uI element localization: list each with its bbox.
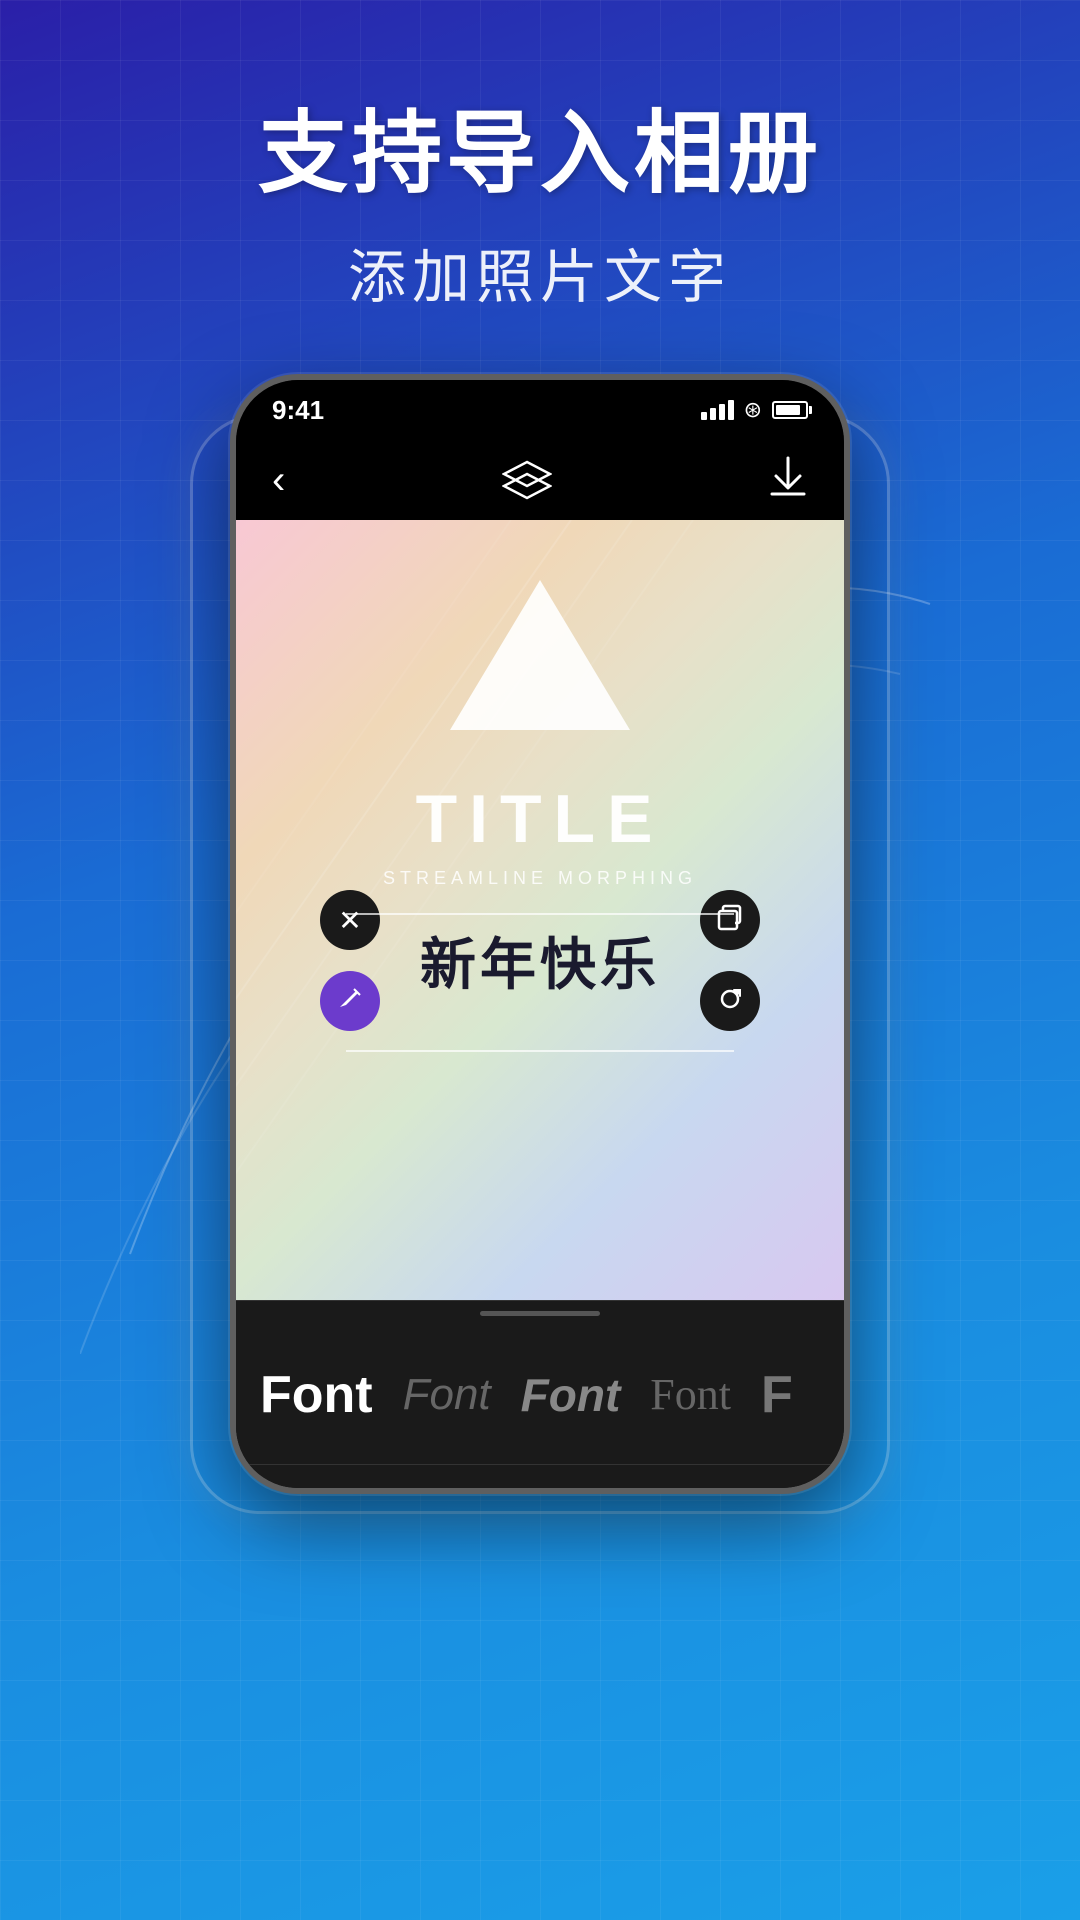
font-label: Font (403, 1370, 491, 1420)
edit-handle[interactable] (320, 971, 380, 1031)
text-element[interactable]: ✕ 新年快乐 (350, 920, 730, 1001)
phone-mockup: 9:41 ⊛ ‹ (200, 374, 880, 1554)
triangle-logo (450, 580, 630, 730)
canvas-title: TITLE (416, 780, 665, 858)
font-item-serif[interactable]: Font (650, 1369, 731, 1420)
editable-text[interactable]: 新年快乐 (350, 920, 730, 1001)
duplicate-handle[interactable] (700, 890, 760, 950)
status-icons: ⊛ (701, 397, 808, 423)
status-bar: 9:41 ⊛ (236, 380, 844, 440)
content-wrapper: 支持导入相册 添加照片文字 9:41 ⊛ (0, 0, 1080, 1920)
delete-handle[interactable]: ✕ (320, 890, 380, 950)
font-item-partial[interactable]: F (761, 1365, 793, 1425)
font-item-italic[interactable]: Font (521, 1368, 621, 1422)
font-label: F (761, 1365, 793, 1425)
signal-icon (701, 400, 734, 420)
back-button[interactable]: ‹ (272, 458, 285, 503)
font-selector[interactable]: Font Font Font Font F (236, 1325, 844, 1465)
layers-icon[interactable] (502, 460, 552, 500)
copy-icon (715, 903, 745, 938)
edit-icon (336, 985, 364, 1018)
font-item-light[interactable]: Font (403, 1370, 491, 1420)
wifi-icon: ⊛ (744, 397, 762, 423)
font-label: Font (521, 1368, 621, 1422)
hero-subtitle: 添加照片文字 (348, 230, 732, 314)
canvas-area: TITLE STREAMLINE MORPHING ✕ (236, 520, 844, 1300)
font-item-bold[interactable]: Font (260, 1365, 373, 1425)
app-topbar: ‹ (236, 440, 844, 520)
rotate-icon (715, 984, 745, 1019)
battery-icon (772, 401, 808, 419)
hero-title: 支持导入相册 (258, 80, 822, 210)
resize-handle[interactable] (700, 971, 760, 1031)
phone-bottom-panel: Font Font Font Font F (236, 1300, 844, 1494)
download-button[interactable] (768, 456, 808, 505)
status-time: 9:41 (272, 395, 324, 426)
selection-bottom (346, 1050, 734, 1052)
close-icon: ✕ (338, 904, 361, 937)
canvas-subtitle: STREAMLINE MORPHING (383, 868, 697, 889)
selection-top (346, 913, 734, 915)
font-label: Font (260, 1365, 373, 1425)
drag-indicator (480, 1311, 600, 1316)
font-label: Font (650, 1369, 731, 1420)
home-indicator-top (236, 1301, 844, 1325)
bottom-tabs: A 字体 颜色 (236, 1465, 844, 1494)
phone-frame: 9:41 ⊛ ‹ (230, 374, 850, 1494)
